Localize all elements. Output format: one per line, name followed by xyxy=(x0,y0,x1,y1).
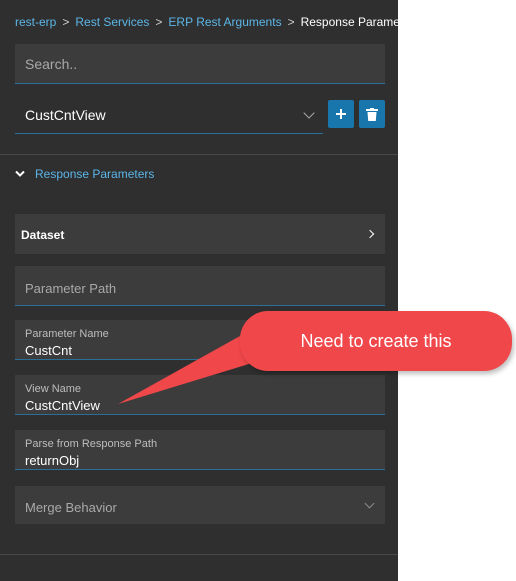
callout-pointer xyxy=(118,326,262,404)
callout-text: Need to create this xyxy=(300,330,452,351)
annotation-callout: Need to create this xyxy=(240,311,512,371)
